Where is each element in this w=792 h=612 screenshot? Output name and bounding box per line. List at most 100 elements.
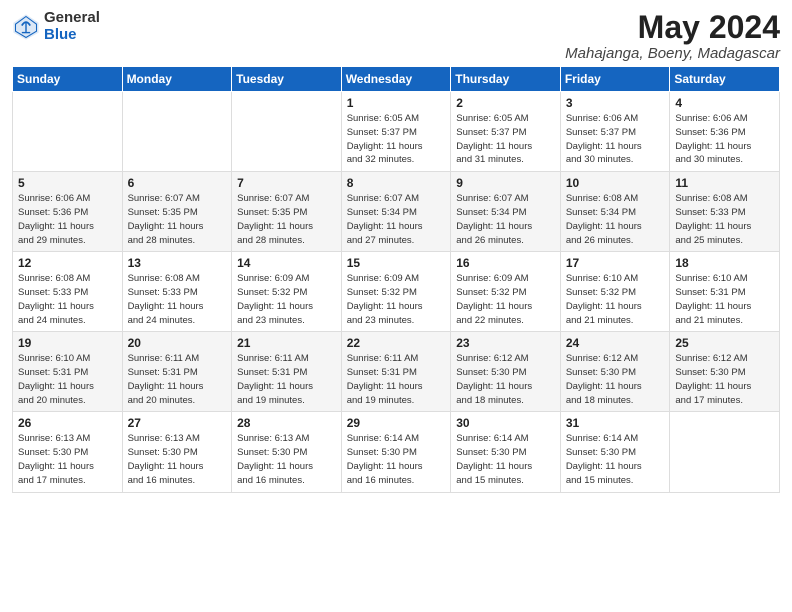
day-info: Sunrise: 6:13 AM Sunset: 5:30 PM Dayligh… — [18, 432, 117, 487]
table-row: 28Sunrise: 6:13 AM Sunset: 5:30 PM Dayli… — [232, 412, 342, 492]
day-number: 15 — [347, 256, 446, 270]
day-info: Sunrise: 6:11 AM Sunset: 5:31 PM Dayligh… — [237, 352, 336, 407]
day-info: Sunrise: 6:09 AM Sunset: 5:32 PM Dayligh… — [456, 272, 555, 327]
header-tuesday: Tuesday — [232, 67, 342, 92]
day-info: Sunrise: 6:05 AM Sunset: 5:37 PM Dayligh… — [347, 112, 446, 167]
day-info: Sunrise: 6:12 AM Sunset: 5:30 PM Dayligh… — [675, 352, 774, 407]
table-row: 20Sunrise: 6:11 AM Sunset: 5:31 PM Dayli… — [122, 332, 232, 412]
week-row-4: 19Sunrise: 6:10 AM Sunset: 5:31 PM Dayli… — [13, 332, 780, 412]
day-info: Sunrise: 6:10 AM Sunset: 5:32 PM Dayligh… — [566, 272, 665, 327]
day-number: 1 — [347, 96, 446, 110]
table-row: 11Sunrise: 6:08 AM Sunset: 5:33 PM Dayli… — [670, 172, 780, 252]
day-info: Sunrise: 6:07 AM Sunset: 5:34 PM Dayligh… — [456, 192, 555, 247]
table-row: 22Sunrise: 6:11 AM Sunset: 5:31 PM Dayli… — [341, 332, 451, 412]
day-number: 9 — [456, 176, 555, 190]
table-row: 26 Sunrise: 6:13 AM Sunset: 5:30 PM Dayli… — [13, 412, 123, 492]
day-number: 30 — [456, 416, 555, 430]
day-number: 2 — [456, 96, 555, 110]
day-number: 17 — [566, 256, 665, 270]
table-row: 25Sunrise: 6:12 AM Sunset: 5:30 PM Dayli… — [670, 332, 780, 412]
day-info: Sunrise: 6:14 AM Sunset: 5:30 PM Dayligh… — [347, 432, 446, 487]
day-info: Sunrise: 6:09 AM Sunset: 5:32 PM Dayligh… — [237, 272, 336, 327]
table-row: 5 Sunrise: 6:06 AM Sunset: 5:36 PM Daylig… — [13, 172, 123, 252]
week-row-1: 1 Sunrise: 6:05 AM Sunset: 5:37 PM Daylig… — [13, 92, 780, 172]
day-number: 7 — [237, 176, 336, 190]
table-row: 17 Sunrise: 6:10 AM Sunset: 5:32 PM Dayli… — [560, 252, 670, 332]
logo-blue-text: Blue — [44, 27, 100, 44]
day-info: Sunrise: 6:08 AM Sunset: 5:33 PM Dayligh… — [675, 192, 774, 247]
table-row: 10Sunrise: 6:08 AM Sunset: 5:34 PM Dayli… — [560, 172, 670, 252]
table-row: 19Sunrise: 6:10 AM Sunset: 5:31 PM Dayli… — [13, 332, 123, 412]
day-info: Sunrise: 6:13 AM Sunset: 5:30 PM Dayligh… — [128, 432, 227, 487]
header-monday: Monday — [122, 67, 232, 92]
table-row: 29Sunrise: 6:14 AM Sunset: 5:30 PM Dayli… — [341, 412, 451, 492]
logo: General Blue — [12, 10, 100, 43]
day-info: Sunrise: 6:12 AM Sunset: 5:30 PM Dayligh… — [456, 352, 555, 407]
logo-text: General Blue — [44, 10, 100, 43]
day-info: Sunrise: 6:05 AM Sunset: 5:37 PM Dayligh… — [456, 112, 555, 167]
day-info: Sunrise: 6:06 AM Sunset: 5:36 PM Dayligh… — [18, 192, 117, 247]
table-row: 9 Sunrise: 6:07 AM Sunset: 5:34 PM Daylig… — [451, 172, 561, 252]
table-row — [232, 92, 342, 172]
day-number: 27 — [128, 416, 227, 430]
table-row: 2 Sunrise: 6:05 AM Sunset: 5:37 PM Daylig… — [451, 92, 561, 172]
day-info: Sunrise: 6:07 AM Sunset: 5:35 PM Dayligh… — [237, 192, 336, 247]
day-number: 18 — [675, 256, 774, 270]
header-saturday: Saturday — [670, 67, 780, 92]
table-row: 27 Sunrise: 6:13 AM Sunset: 5:30 PM Dayli… — [122, 412, 232, 492]
day-number: 6 — [128, 176, 227, 190]
week-row-5: 26 Sunrise: 6:13 AM Sunset: 5:30 PM Dayli… — [13, 412, 780, 492]
day-number: 3 — [566, 96, 665, 110]
day-number: 8 — [347, 176, 446, 190]
day-number: 26 — [18, 416, 117, 430]
day-number: 23 — [456, 336, 555, 350]
day-number: 22 — [347, 336, 446, 350]
day-info: Sunrise: 6:12 AM Sunset: 5:30 PM Dayligh… — [566, 352, 665, 407]
day-number: 31 — [566, 416, 665, 430]
day-info: Sunrise: 6:08 AM Sunset: 5:33 PM Dayligh… — [128, 272, 227, 327]
day-number: 19 — [18, 336, 117, 350]
day-info: Sunrise: 6:06 AM Sunset: 5:36 PM Dayligh… — [675, 112, 774, 167]
day-number: 20 — [128, 336, 227, 350]
day-info: Sunrise: 6:13 AM Sunset: 5:30 PM Dayligh… — [237, 432, 336, 487]
table-row: 14Sunrise: 6:09 AM Sunset: 5:32 PM Dayli… — [232, 252, 342, 332]
day-number: 13 — [128, 256, 227, 270]
header-thursday: Thursday — [451, 67, 561, 92]
calendar-location: Mahajanga, Boeny, Madagascar — [565, 45, 780, 62]
header: General Blue May 2024 Mahajanga, Boeny, … — [12, 10, 780, 62]
calendar-table: Sunday Monday Tuesday Wednesday Thursday… — [12, 66, 780, 492]
table-row: 23 Sunrise: 6:12 AM Sunset: 5:30 PM Dayli… — [451, 332, 561, 412]
logo-general-text: General — [44, 10, 100, 27]
table-row: 24 Sunrise: 6:12 AM Sunset: 5:30 PM Dayli… — [560, 332, 670, 412]
day-info: Sunrise: 6:09 AM Sunset: 5:32 PM Dayligh… — [347, 272, 446, 327]
calendar-container: General Blue May 2024 Mahajanga, Boeny, … — [0, 0, 792, 503]
table-row: 3Sunrise: 6:06 AM Sunset: 5:37 PM Daylig… — [560, 92, 670, 172]
header-sunday: Sunday — [13, 67, 123, 92]
day-info: Sunrise: 6:14 AM Sunset: 5:30 PM Dayligh… — [456, 432, 555, 487]
day-number: 12 — [18, 256, 117, 270]
table-row: 7 Sunrise: 6:07 AM Sunset: 5:35 PM Daylig… — [232, 172, 342, 252]
day-number: 5 — [18, 176, 117, 190]
day-info: Sunrise: 6:08 AM Sunset: 5:34 PM Dayligh… — [566, 192, 665, 247]
table-row: 6Sunrise: 6:07 AM Sunset: 5:35 PM Daylig… — [122, 172, 232, 252]
table-row: 30 Sunrise: 6:14 AM Sunset: 5:30 PM Dayli… — [451, 412, 561, 492]
title-block: May 2024 Mahajanga, Boeny, Madagascar — [565, 10, 780, 62]
header-wednesday: Wednesday — [341, 67, 451, 92]
table-row: 31 Sunrise: 6:14 AM Sunset: 5:30 PM Dayli… — [560, 412, 670, 492]
table-row: 21 Sunrise: 6:11 AM Sunset: 5:31 PM Dayli… — [232, 332, 342, 412]
table-row: 1 Sunrise: 6:05 AM Sunset: 5:37 PM Daylig… — [341, 92, 451, 172]
table-row: 4 Sunrise: 6:06 AM Sunset: 5:36 PM Daylig… — [670, 92, 780, 172]
table-row — [670, 412, 780, 492]
day-info: Sunrise: 6:14 AM Sunset: 5:30 PM Dayligh… — [566, 432, 665, 487]
day-info: Sunrise: 6:10 AM Sunset: 5:31 PM Dayligh… — [675, 272, 774, 327]
table-row: 8Sunrise: 6:07 AM Sunset: 5:34 PM Daylig… — [341, 172, 451, 252]
day-number: 16 — [456, 256, 555, 270]
day-number: 24 — [566, 336, 665, 350]
day-number: 4 — [675, 96, 774, 110]
week-row-2: 5 Sunrise: 6:06 AM Sunset: 5:36 PM Daylig… — [13, 172, 780, 252]
day-info: Sunrise: 6:08 AM Sunset: 5:33 PM Dayligh… — [18, 272, 117, 327]
logo-icon — [12, 13, 40, 41]
table-row: 16 Sunrise: 6:09 AM Sunset: 5:32 PM Dayli… — [451, 252, 561, 332]
day-number: 21 — [237, 336, 336, 350]
table-row: 15 Sunrise: 6:09 AM Sunset: 5:32 PM Dayli… — [341, 252, 451, 332]
